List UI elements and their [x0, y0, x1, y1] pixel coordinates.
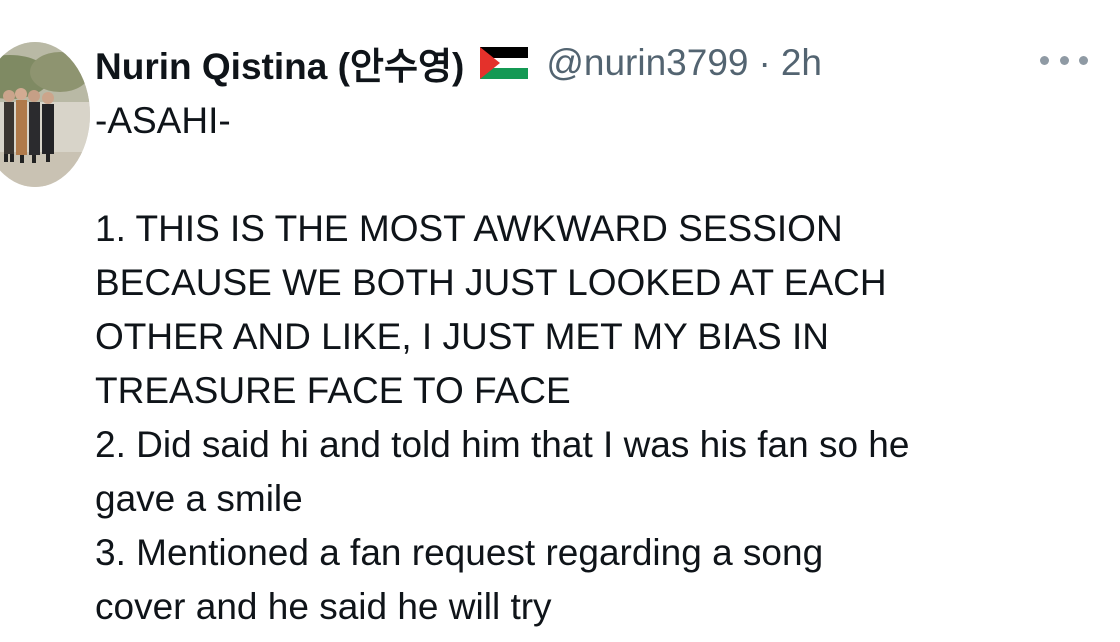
- tweet-line: cover and he said he will try: [95, 586, 552, 627]
- tweet-line: [95, 148, 1105, 202]
- tweet-text: -ASAHI- 1. THIS IS THE MOST AWKWARD SESS…: [95, 94, 1105, 634]
- avatar[interactable]: [0, 42, 90, 187]
- more-dot: [1079, 55, 1088, 65]
- tweet-line: 1. THIS IS THE MOST AWKWARD SESSION: [95, 208, 843, 249]
- tweet-header: Nurin Qistina (안수영) @nurin3799 · 2h: [95, 38, 822, 88]
- tweet-line: OTHER AND LIKE, I JUST MET MY BIAS IN: [95, 316, 830, 357]
- author-handle[interactable]: @nurin3799: [546, 42, 748, 84]
- more-dot: [1040, 55, 1049, 65]
- tweet-line: BECAUSE WE BOTH JUST LOOKED AT EACH: [95, 262, 887, 303]
- more-horizontal-icon[interactable]: [1040, 48, 1088, 72]
- more-dot: [1059, 55, 1069, 65]
- tweet-line: -ASAHI-: [95, 100, 231, 141]
- separator-dot: ·: [758, 42, 771, 83]
- tweet-line: 2. Did said hi and told him that I was h…: [95, 424, 910, 465]
- tweet-line: TREASURE FACE TO FACE: [95, 370, 571, 411]
- avatar-photo: [0, 42, 90, 187]
- tweet-line: 3. Mentioned a fan request regarding a s…: [95, 532, 824, 573]
- tweet-line: gave a smile: [95, 478, 303, 519]
- palestine-flag-icon: [480, 47, 529, 79]
- author-name[interactable]: Nurin Qistina (안수영): [95, 36, 464, 90]
- tweet-timestamp[interactable]: 2h: [781, 42, 822, 84]
